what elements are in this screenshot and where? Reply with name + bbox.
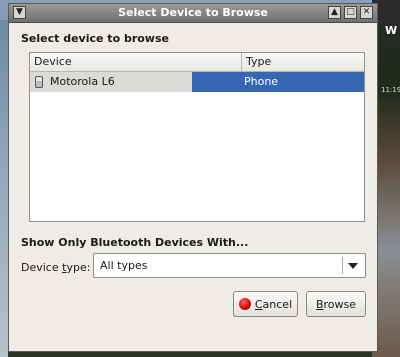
- column-header-device[interactable]: Device: [30, 53, 242, 71]
- combo-separator: [342, 257, 343, 274]
- desktop-left-strip: [0, 20, 8, 357]
- maximize-icon: □: [346, 7, 355, 17]
- browse-mnemonic: B: [315, 297, 324, 311]
- maximize-button[interactable]: □: [344, 6, 357, 19]
- device-type-cell: Phone: [192, 72, 364, 92]
- shade-button[interactable]: ▲: [328, 6, 341, 19]
- browse-button[interactable]: Browse: [306, 291, 366, 317]
- device-cell: Motorola L6: [30, 72, 192, 92]
- device-type-label-pre: Device: [21, 261, 63, 274]
- device-list-header: Device Type: [30, 53, 364, 72]
- device-row[interactable]: Motorola L6 Phone: [30, 72, 364, 92]
- cancel-mnemonic: C: [254, 297, 263, 311]
- device-type-label: Device type:: [21, 260, 90, 276]
- desktop-clock: 11:19: [381, 86, 400, 94]
- close-icon: ✕: [362, 7, 371, 17]
- browse-rest: rowse: [323, 297, 357, 311]
- title-bar[interactable]: ▼ Select Device to Browse ▲ □ ✕: [9, 4, 377, 23]
- filter-heading: Show Only Bluetooth Devices With...: [21, 236, 249, 249]
- dropdown-arrow-icon[interactable]: [348, 263, 358, 269]
- window-title: Select Device to Browse: [118, 6, 268, 19]
- select-device-dialog: ▼ Select Device to Browse ▲ □ ✕ Select d…: [8, 3, 378, 352]
- stop-icon: [238, 298, 251, 310]
- device-type-value: All types: [100, 259, 148, 272]
- device-type-combo[interactable]: All types: [93, 253, 366, 278]
- device-type-label-post: ype:: [66, 261, 91, 274]
- cancel-rest: ancel: [262, 297, 293, 311]
- dialog-heading: Select device to browse: [21, 32, 169, 45]
- device-name: Motorola L6: [50, 75, 115, 88]
- shade-icon: ▲: [331, 7, 338, 17]
- browse-label: Browse: [316, 298, 356, 311]
- desktop-corner-text: W: [385, 24, 398, 37]
- cancel-button[interactable]: Cancel: [233, 291, 298, 317]
- device-list[interactable]: Device Type Motorola L6 Phone: [29, 52, 365, 222]
- phone-icon: [35, 76, 43, 88]
- cancel-label: Cancel: [255, 298, 292, 311]
- column-header-type[interactable]: Type: [242, 53, 364, 71]
- close-button[interactable]: ✕: [360, 6, 373, 19]
